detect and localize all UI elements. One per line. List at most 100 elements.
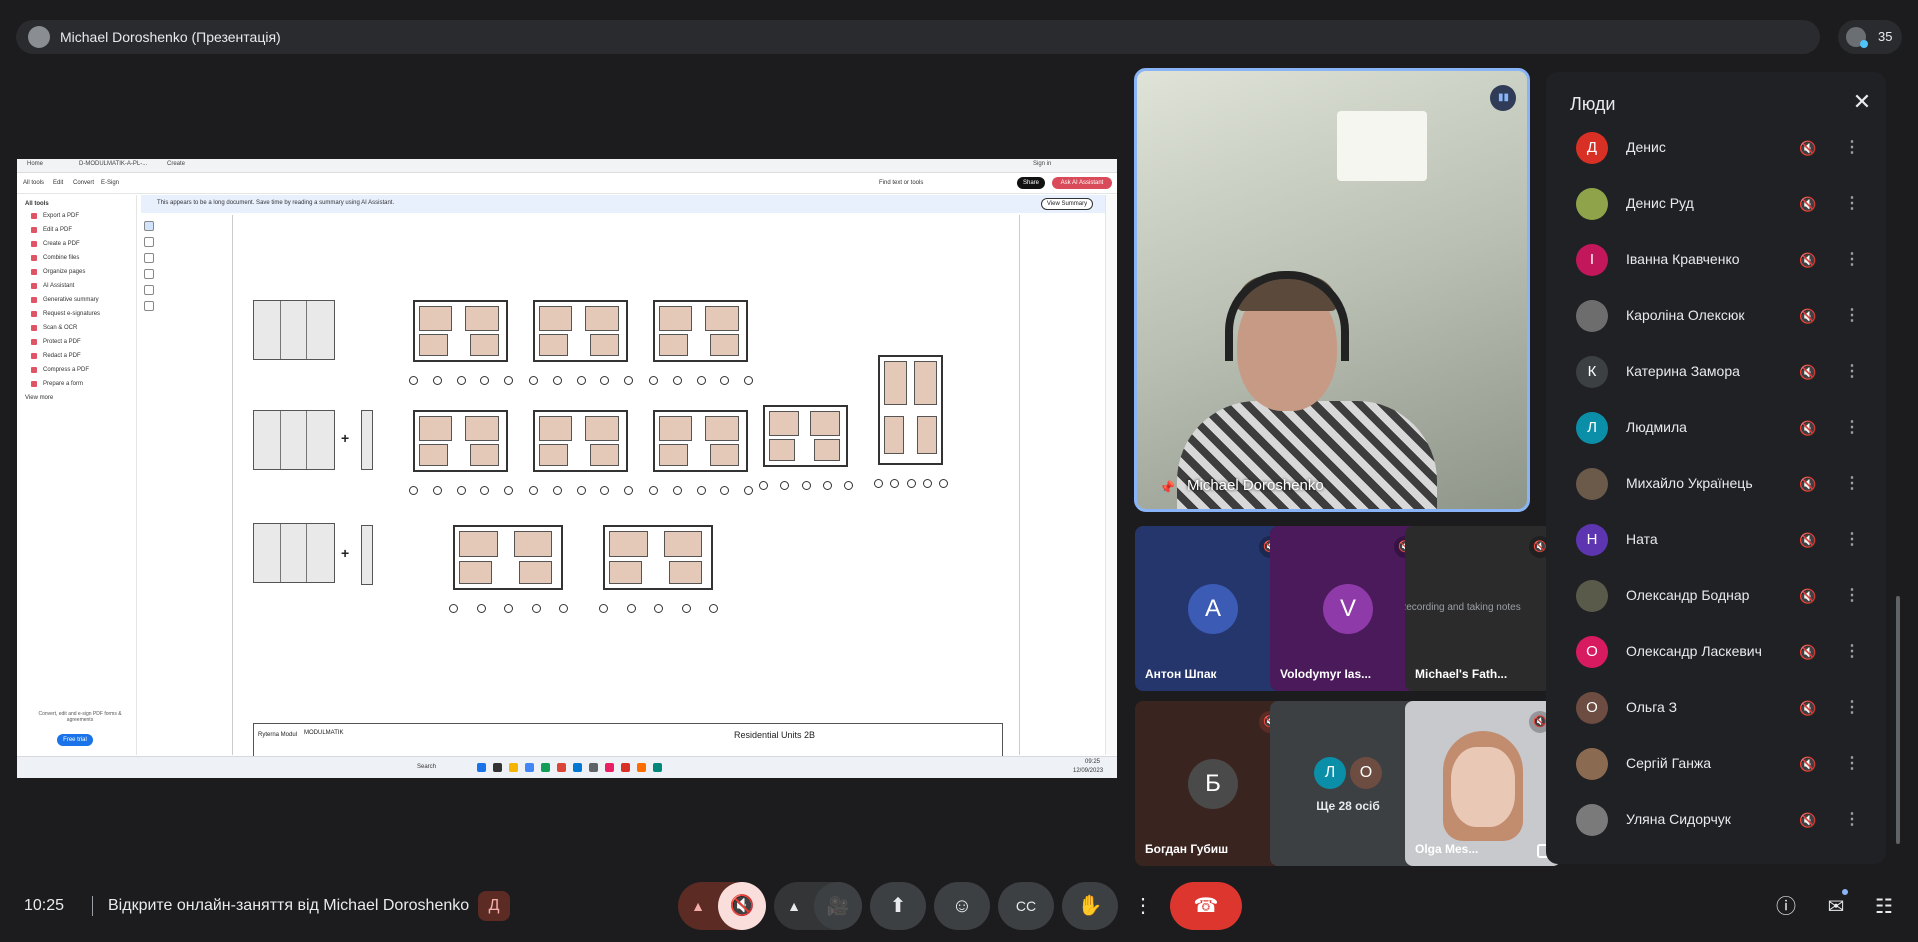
participant-tile[interactable]: 🔇 Recording and taking notes Michael's F… [1405, 526, 1561, 691]
pin-icon[interactable]: 📌 [1159, 480, 1175, 496]
menu-edit: Edit [53, 180, 64, 186]
chat-icon[interactable]: ✉ [1822, 893, 1850, 921]
more-options-icon[interactable]: ⋮ [1842, 696, 1862, 720]
muted-mic-icon[interactable]: 🔇 [1796, 192, 1820, 216]
room [459, 531, 498, 557]
muted-mic-icon[interactable]: 🔇 [1796, 136, 1820, 160]
meeting-title: Відкрите онлайн-заняття від Michael Doro… [108, 897, 470, 914]
room [609, 531, 648, 557]
grid-marker [649, 376, 658, 385]
more-options-icon[interactable]: ⋮ [1842, 304, 1862, 328]
person-row[interactable]: О Ольга З 🔇 ⋮ [1546, 680, 1886, 736]
more-options-icon[interactable]: ⋮ [1842, 248, 1862, 272]
avatar [1576, 804, 1608, 836]
muted-mic-icon[interactable]: 🔇 [1796, 808, 1820, 832]
sidebar-tool-item: AI Assistant [43, 283, 75, 289]
presenter-video[interactable]: ▮▮ 📌 Michael Doroshenko [1134, 68, 1530, 512]
room [659, 416, 693, 441]
apps-grid-icon[interactable]: ☷ [1870, 893, 1898, 921]
end-call-button[interactable]: ☎ [1170, 882, 1242, 930]
participant-tile[interactable]: 🔇 Olga Mes... [1405, 701, 1561, 866]
muted-mic-icon[interactable]: 🔇 [1796, 248, 1820, 272]
person-name: Ната [1626, 531, 1658, 547]
select-tool-icon [144, 221, 154, 231]
muted-mic-icon[interactable]: 🔇 [1796, 752, 1820, 776]
more-options-icon[interactable]: ⋮ [1842, 528, 1862, 552]
room [705, 306, 739, 331]
grid-marker [559, 604, 568, 613]
raise-hand-button[interactable]: ✋ [1062, 882, 1118, 930]
tab-create: Create [167, 161, 186, 167]
person-row[interactable]: Уляна Сидорчук 🔇 ⋮ [1546, 792, 1886, 848]
more-options-icon[interactable]: ⋮ [1842, 192, 1862, 216]
person-row[interactable]: Н Ната 🔇 ⋮ [1546, 512, 1886, 568]
more-options-button[interactable]: ⋮ [1126, 882, 1160, 930]
more-options-icon[interactable]: ⋮ [1842, 640, 1862, 664]
tool-icon [31, 367, 37, 373]
mic-off-button[interactable]: 🔇 [718, 882, 766, 930]
more-participants-tile[interactable]: Л О Ще 28 осіб [1270, 701, 1426, 866]
avatar: Д [1576, 132, 1608, 164]
muted-mic-icon[interactable]: 🔇 [1796, 584, 1820, 608]
sidebar-tool-item: Protect a PDF [43, 339, 81, 345]
recording-caption: Recording and taking notes [1405, 602, 1521, 613]
person-row[interactable]: Михайло Українець 🔇 ⋮ [1546, 456, 1886, 512]
more-options-icon[interactable]: ⋮ [1842, 360, 1862, 384]
muted-mic-icon[interactable]: 🔇 [1796, 640, 1820, 664]
captions-button[interactable]: CC [998, 882, 1054, 930]
chevron-up-icon[interactable]: ▲ [688, 896, 708, 916]
muted-mic-icon[interactable]: 🔇 [1796, 416, 1820, 440]
person-row[interactable]: Кароліна Олексюк 🔇 ⋮ [1546, 288, 1886, 344]
participant-tile[interactable]: 🔇 Б Богдан Губиш [1135, 701, 1291, 866]
meeting-badge[interactable]: Д [478, 891, 510, 921]
taskbar-date: 12/09/2023 [1073, 768, 1104, 774]
person-row[interactable]: Д Денис 🔇 ⋮ [1546, 120, 1886, 176]
sidebar-tool-item: Scan & OCR [43, 325, 78, 331]
sidebar-tool-item: View more [25, 395, 54, 401]
taskbar-app-icon [605, 763, 614, 772]
participant-tile[interactable]: 🔇 А Антон Шпак [1135, 526, 1291, 691]
muted-mic-icon[interactable]: 🔇 [1796, 696, 1820, 720]
room [539, 306, 573, 331]
muted-mic-icon[interactable]: 🔇 [1796, 472, 1820, 496]
more-options-icon[interactable]: ⋮ [1842, 584, 1862, 608]
person-row[interactable]: І Іванна Кравченко 🔇 ⋮ [1546, 232, 1886, 288]
grid-marker [529, 376, 538, 385]
menu-esign: E-Sign [101, 180, 120, 186]
participants-button[interactable]: 35 [1838, 20, 1902, 54]
person-row[interactable]: Олександр Боднар 🔇 ⋮ [1546, 568, 1886, 624]
participant-tile[interactable]: 🔇 V Volodymyr Ias... [1270, 526, 1426, 691]
person-row[interactable]: Л Людмила 🔇 ⋮ [1546, 400, 1886, 456]
person-row[interactable]: Денис Руд 🔇 ⋮ [1546, 176, 1886, 232]
ceiling-light [1337, 111, 1427, 181]
more-options-icon[interactable]: ⋮ [1842, 472, 1862, 496]
people-scrollbar[interactable] [1896, 596, 1900, 844]
muted-mic-icon[interactable]: 🔇 [1796, 528, 1820, 552]
presentation-bar[interactable]: Michael Doroshenko (Презентація) [16, 20, 1820, 54]
person-row[interactable]: Сергій Ганжа 🔇 ⋮ [1546, 736, 1886, 792]
room [419, 444, 448, 466]
chevron-up-icon[interactable]: ▲ [784, 896, 804, 916]
person-name: Іванна Кравченко [1626, 251, 1740, 267]
avatar: Б [1188, 759, 1238, 809]
present-screen-button[interactable]: ⬆ [870, 882, 926, 930]
grid-marker [672, 486, 682, 495]
more-options-icon[interactable]: ⋮ [1842, 752, 1862, 776]
info-icon[interactable]: ⓘ [1772, 893, 1800, 921]
person-row[interactable]: О Олександр Ласкевич 🔇 ⋮ [1546, 624, 1886, 680]
more-participants-label: Ще 28 осіб [1316, 799, 1380, 813]
muted-mic-icon[interactable]: 🔇 [1796, 304, 1820, 328]
room [917, 415, 937, 454]
more-options-icon[interactable]: ⋮ [1842, 808, 1862, 832]
camera-button[interactable]: 🎥 [814, 882, 862, 930]
client-name: Ryterna Modul [258, 732, 298, 738]
more-options-icon[interactable]: ⋮ [1842, 136, 1862, 160]
person-row[interactable]: К Катерина Замора 🔇 ⋮ [1546, 344, 1886, 400]
tool-icon [31, 241, 37, 247]
more-options-icon[interactable]: ⋮ [1842, 416, 1862, 440]
room [585, 306, 619, 331]
emoji-reactions-button[interactable]: ☺ [934, 882, 990, 930]
grid-marker [744, 486, 753, 495]
muted-mic-icon[interactable]: 🔇 [1796, 360, 1820, 384]
room [913, 361, 937, 405]
